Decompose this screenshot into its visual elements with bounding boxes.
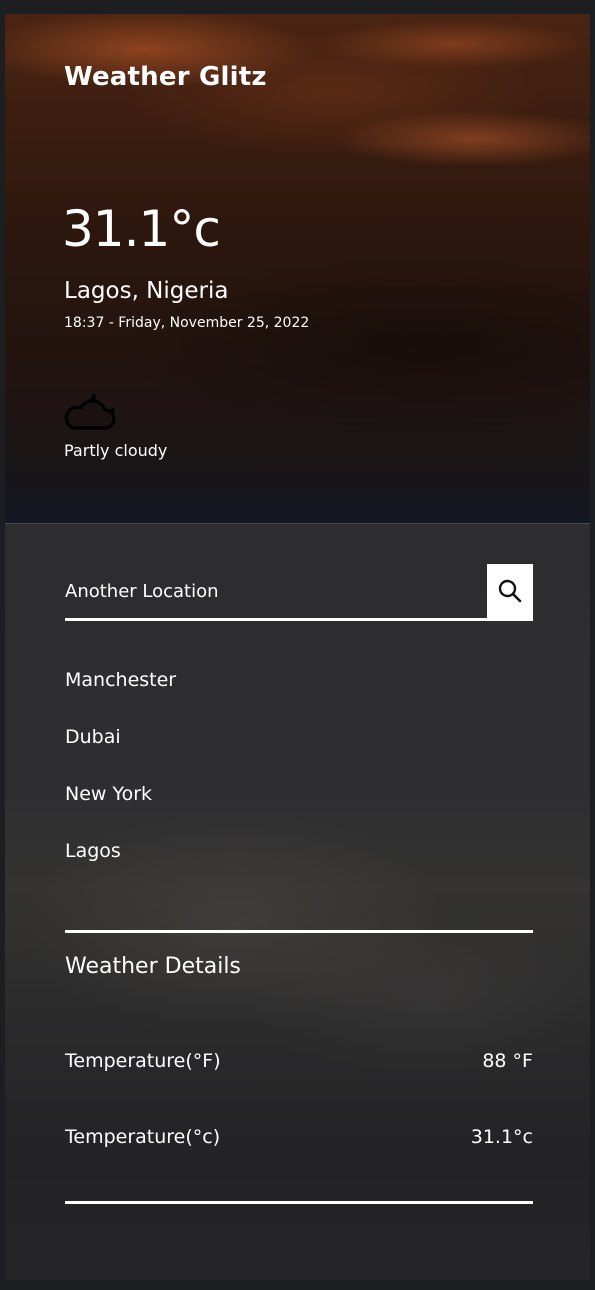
weather-condition: Partly cloudy — [64, 441, 168, 460]
city-list: Manchester Dubai New York Lagos — [65, 654, 533, 882]
current-location: Lagos, Nigeria — [64, 278, 229, 304]
section-divider — [65, 930, 533, 933]
detail-value: 31.1°c — [470, 1126, 533, 1148]
search-icon — [497, 578, 523, 604]
search-underline — [65, 618, 533, 621]
current-weather-hero: Weather Glitz 31.1°c Lagos, Nigeria 18:3… — [5, 14, 590, 524]
weather-details-title: Weather Details — [65, 954, 241, 979]
city-item-dubai[interactable]: Dubai — [65, 707, 533, 768]
city-item-lagos[interactable]: Lagos — [65, 821, 533, 882]
detail-value: 88 °F — [482, 1050, 533, 1072]
location-search-input[interactable] — [65, 564, 485, 618]
detail-row-celsius: Temperature(°c) 31.1°c — [65, 1126, 533, 1156]
detail-label: Temperature(°c) — [65, 1126, 221, 1148]
location-search — [65, 564, 533, 621]
city-item-manchester[interactable]: Manchester — [65, 650, 533, 711]
section-divider — [65, 1201, 533, 1204]
current-datetime: 18:37 - Friday, November 25, 2022 — [64, 315, 310, 331]
search-button[interactable] — [487, 564, 533, 618]
partly-cloudy-night-icon — [61, 378, 125, 434]
side-panel: Manchester Dubai New York Lagos Weather … — [5, 524, 590, 1280]
city-item-new-york[interactable]: New York — [65, 764, 533, 825]
app-brand: Weather Glitz — [64, 62, 267, 92]
current-temperature: 31.1°c — [62, 200, 221, 258]
weather-app: Weather Glitz 31.1°c Lagos, Nigeria 18:3… — [5, 14, 590, 1280]
detail-label: Temperature(°F) — [65, 1050, 221, 1072]
detail-row-fahrenheit: Temperature(°F) 88 °F — [65, 1050, 533, 1080]
